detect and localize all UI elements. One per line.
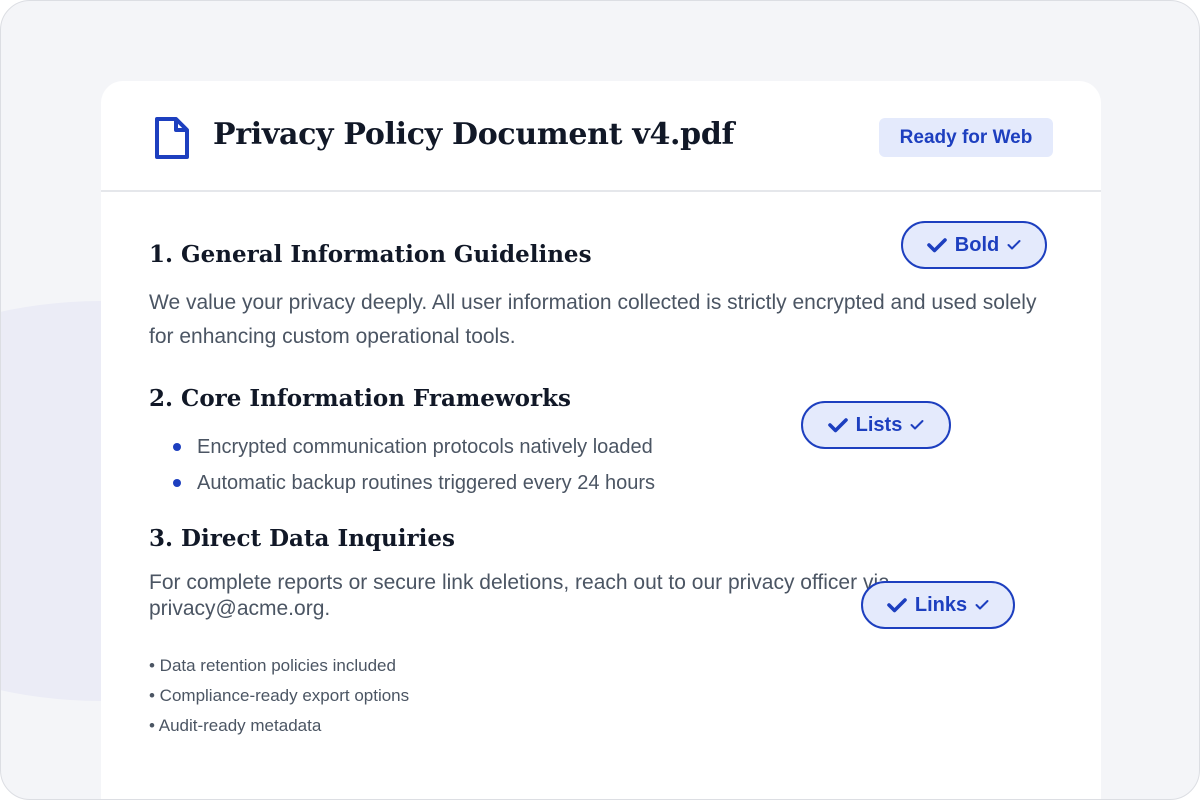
chip-label: Lists [855,413,903,436]
check-small-icon [910,420,924,430]
chip-label: Bold [954,233,1000,256]
bullet-list: Encrypted communication protocols native… [149,429,655,501]
feature-list: • Data retention policies included • Com… [149,651,409,741]
section-heading: 1. General Information Guidelines [149,241,592,268]
check-icon [926,238,947,253]
chip-label: Links [914,593,968,616]
bullet-icon [173,443,181,451]
document-card: Privacy Policy Document v4.pdf Ready for… [101,81,1101,799]
bullet-icon [173,479,181,487]
check-small-icon [975,600,989,610]
section-heading: 3. Direct Data Inquiries [149,525,455,552]
section-paragraph: We value your privacy deeply. All user i… [149,291,1037,348]
list-item: Encrypted communication protocols native… [149,429,655,465]
check-icon [827,418,848,433]
check-icon [887,598,907,613]
list-item-text: Encrypted communication protocols native… [197,436,653,458]
feature-item: • Audit-ready metadata [149,716,322,735]
feature-item: • Compliance-ready export options [149,686,410,705]
document-header: Privacy Policy Document v4.pdf Ready for… [101,81,1101,192]
format-chip-lists[interactable]: Lists [801,401,951,449]
list-item-text: Automatic backup routines triggered ever… [197,472,656,494]
document-title: Privacy Policy Document v4.pdf [213,117,735,152]
check-small-icon [1007,240,1021,250]
app-frame: Privacy Policy Document v4.pdf Ready for… [0,0,1200,800]
format-chip-bold[interactable]: Bold [901,221,1047,269]
feature-item: • Data retention policies included [149,656,396,675]
section-heading: 2. Core Information Frameworks [149,385,571,412]
format-chip-links[interactable]: Links [861,581,1015,629]
list-item: Automatic backup routines triggered ever… [149,465,655,501]
status-badge: Ready for Web [879,118,1053,157]
file-icon [155,117,189,159]
